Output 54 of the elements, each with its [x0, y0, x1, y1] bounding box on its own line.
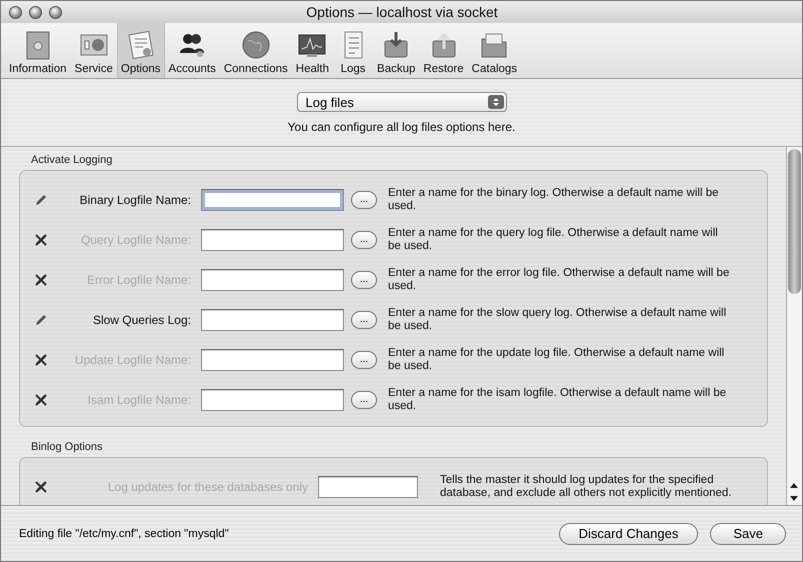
crossed-pencil-icon	[34, 393, 48, 407]
group-title: Binlog Options	[30, 441, 104, 455]
field-label: Error Logfile Name:	[86, 273, 192, 287]
field-description: Enter a name for the slow query log. Otherwise a default name will be used.	[388, 307, 728, 333]
browse-button[interactable]: ...	[351, 311, 377, 329]
toolbar-tab[interactable]: Backup	[373, 23, 420, 78]
field-label: Isam Logfile Name:	[86, 393, 192, 407]
toolbar-tab[interactable]: Options	[116, 23, 165, 78]
toolbar-tab[interactable]: Logs	[333, 23, 374, 78]
input-field[interactable]	[201, 309, 344, 331]
hint-text: You can configure all log files options here.	[288, 120, 516, 134]
toolbar-tab[interactable]: Health	[292, 23, 334, 78]
crossed-pencil-icon	[34, 233, 48, 247]
window-control[interactable]	[49, 6, 62, 18]
toolbar-item-icon	[240, 29, 272, 61]
field-description: Enter a name for the isam logfile. Otherwise a default name will be used.	[388, 387, 728, 413]
browse-button[interactable]: ...	[351, 231, 377, 249]
field-label: Update Logfile Name:	[74, 353, 192, 367]
crossed-pencil-icon	[34, 480, 48, 494]
scrollbar[interactable]	[786, 147, 802, 505]
field-description: Enter a name for the update log file. Otherwise a default name will be used.	[388, 347, 726, 373]
toolbar-tab[interactable]: Connections	[220, 23, 292, 78]
group-title: Activate Logging	[30, 154, 114, 168]
crossed-pencil-icon	[34, 273, 48, 287]
field-description: Tells the master it should log updates for the specified database, and exclude all others not explicitly mentioned.	[440, 474, 733, 500]
field-label: Slow Queries Log:	[92, 313, 192, 327]
field-description: Enter a name for the error log file. Otherwise a default name will be used.	[388, 267, 730, 293]
dropdown-arrows-icon	[488, 95, 504, 109]
browse-button[interactable]: ...	[351, 271, 377, 289]
status-text: Editing file "/etc/my.cnf", section "mysqld"	[19, 528, 230, 540]
scroll-thumb[interactable]	[788, 149, 801, 294]
toolbar-tab[interactable]: Accounts	[164, 23, 220, 78]
crossed-pencil-icon	[34, 353, 48, 367]
toolbar-tab[interactable]: Restore	[419, 23, 468, 78]
save-button[interactable]: Save	[710, 522, 786, 544]
discard-button[interactable]: Discard Changes	[558, 522, 698, 544]
pencil-icon	[34, 313, 48, 327]
toolbar-tab[interactable]: Service	[70, 23, 117, 78]
window-control[interactable]	[9, 6, 22, 18]
window-control[interactable]	[29, 6, 42, 18]
window-title: Options — localhost via socket	[305, 4, 499, 20]
pencil-icon	[34, 193, 48, 207]
field-description: Enter a name for the query log file. Otherwise a default name will be used.	[388, 227, 719, 253]
field-label: Binary Logfile Name:	[78, 193, 192, 207]
browse-button[interactable]: ...	[351, 351, 377, 369]
field-label: Query Logfile Name:	[80, 233, 192, 247]
toolbar-tab[interactable]: Catalogs	[468, 23, 522, 78]
input-field[interactable]	[201, 189, 344, 211]
browse-button[interactable]: ...	[351, 391, 377, 409]
field-description: Enter a name for the binary log. Otherwise a default name will be used.	[388, 187, 720, 213]
browse-button[interactable]: ...	[351, 191, 377, 209]
toolbar-tab[interactable]: Information	[5, 23, 71, 78]
field-label: Log updates for these databases only	[106, 480, 309, 494]
section-dropdown[interactable]: Log files	[296, 92, 506, 112]
